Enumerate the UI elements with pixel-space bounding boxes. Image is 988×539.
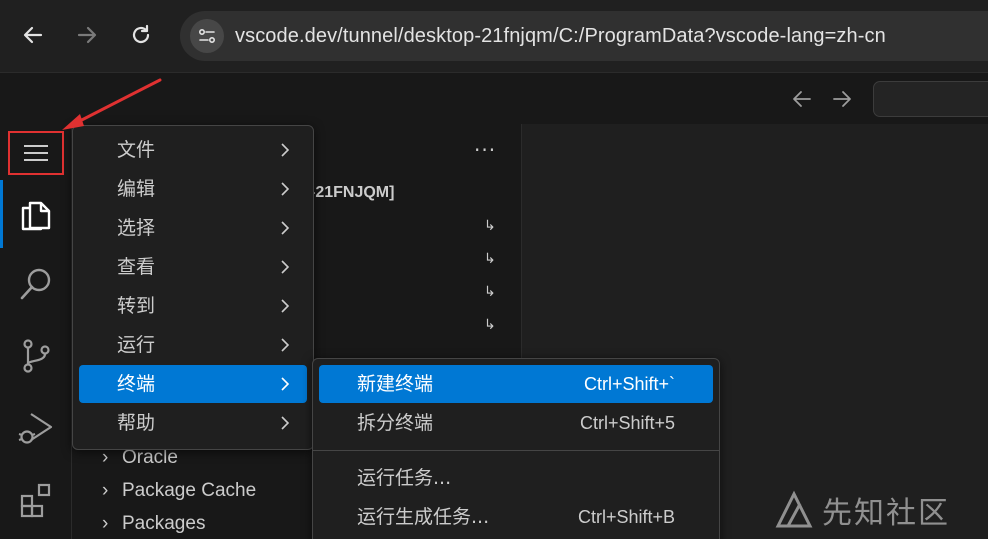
back-arrow-icon	[23, 26, 43, 44]
shortcut-label: Ctrl+Shift+5	[579, 413, 675, 433]
menu-item-new-terminal[interactable]: 新建终端 Ctrl+Shift+`	[319, 365, 713, 403]
chevron-right-icon: ›	[102, 513, 109, 534]
menu-item-label: 新建终端	[357, 373, 434, 395]
shortcut-label: Ctrl+Shift+B	[577, 507, 675, 527]
menu-item-label: 查看	[117, 256, 156, 278]
watermark-logo-icon	[775, 490, 813, 528]
menu-item-label: 拆分终端	[357, 412, 434, 434]
tree-item-label: Oracle	[122, 447, 178, 468]
url-text: vscode.dev/tunnel/desktop-21fnjqm/C:/Pro…	[235, 25, 886, 47]
menu-item-help[interactable]: 帮助	[79, 404, 307, 442]
site-info-button[interactable]	[190, 19, 224, 53]
menu-item-label: 终端	[117, 373, 156, 395]
chevron-right-icon	[281, 338, 290, 352]
watermark-text: 先知社区	[822, 496, 950, 531]
application-menu: 文件 编辑 选择 查看 转到 运行 终端 帮助	[72, 125, 314, 450]
menu-item-run-task[interactable]: 运行任务...	[319, 459, 713, 497]
run-debug-button[interactable]	[14, 406, 58, 450]
tree-item-package-cache[interactable]: › Package Cache	[102, 480, 256, 502]
chevron-right-icon: ›	[102, 447, 109, 468]
watermark: 先知社区	[774, 488, 950, 532]
explorer-icon	[21, 201, 51, 231]
application-menu-button[interactable]	[8, 131, 64, 175]
chevron-right-icon	[281, 221, 290, 235]
menu-item-file[interactable]: 文件	[79, 131, 307, 169]
terminal-submenu: 新建终端 Ctrl+Shift+` 拆分终端 Ctrl+Shift+5 运行任务…	[312, 358, 720, 539]
active-indicator	[0, 180, 3, 248]
menu-item-run-build-task[interactable]: 运行生成任务... Ctrl+Shift+B	[319, 498, 713, 536]
menu-item-label: 运行生成任务...	[357, 506, 490, 528]
source-control-icon	[23, 339, 50, 373]
more-actions-button[interactable]: ···	[474, 138, 496, 162]
extensions-button[interactable]	[14, 478, 58, 522]
tree-item-packages[interactable]: › Packages	[102, 513, 205, 535]
forward-button[interactable]	[67, 15, 107, 55]
folder-title[interactable]: -21FNJQM]	[310, 184, 394, 202]
menu-item-label: 编辑	[117, 178, 156, 200]
chevron-right-icon	[281, 143, 290, 157]
tree-item-oracle[interactable]: › Oracle	[102, 447, 178, 469]
menu-item-label: 运行任务...	[357, 467, 452, 489]
chevron-right-icon	[281, 260, 290, 274]
pinned-indicator: ↳	[484, 284, 496, 300]
tree-item-label: Package Cache	[122, 480, 257, 501]
menu-item-label: 选择	[117, 217, 156, 239]
pinned-indicator: ↳	[484, 317, 496, 333]
chevron-right-icon	[281, 416, 290, 430]
reload-button[interactable]	[121, 15, 161, 55]
annotation-arrow	[62, 78, 162, 130]
command-center[interactable]	[873, 81, 988, 117]
reload-icon	[132, 24, 150, 44]
extensions-icon	[20, 483, 51, 518]
run-debug-icon	[18, 413, 53, 444]
menu-item-label: 转到	[117, 295, 156, 317]
shortcut-label: Ctrl+Shift+`	[583, 374, 675, 394]
hamburger-menu-icon	[24, 145, 48, 161]
menu-item-split-terminal[interactable]: 拆分终端 Ctrl+Shift+5	[319, 404, 713, 442]
chevron-right-icon	[281, 377, 290, 391]
forward-arrow-icon	[77, 26, 97, 44]
forward-arrow-icon[interactable]	[830, 87, 854, 111]
back-button[interactable]	[13, 15, 53, 55]
menu-item-selection[interactable]: 选择	[79, 209, 307, 247]
search-icon	[20, 268, 51, 300]
pinned-indicator: ↳	[484, 251, 496, 267]
menu-item-run[interactable]: 运行	[79, 326, 307, 364]
back-arrow-icon[interactable]	[790, 87, 814, 111]
browser-toolbar: vscode.dev/tunnel/desktop-21fnjqm/C:/Pro…	[0, 0, 988, 72]
menu-item-terminal[interactable]: 终端	[79, 365, 307, 403]
explorer-button[interactable]	[14, 192, 58, 236]
menu-separator	[313, 450, 719, 451]
chevron-right-icon	[281, 182, 290, 196]
source-control-button[interactable]	[14, 334, 58, 378]
menu-item-view[interactable]: 查看	[79, 248, 307, 286]
tree-item-label: Packages	[122, 513, 206, 534]
menu-item-label: 文件	[117, 139, 156, 161]
site-info-icon	[198, 28, 216, 44]
search-button[interactable]	[14, 262, 58, 306]
menu-item-label: 运行	[117, 334, 156, 356]
activity-bar	[0, 124, 72, 539]
pinned-indicator: ↳	[484, 218, 496, 234]
menu-item-go[interactable]: 转到	[79, 287, 307, 325]
menu-item-label: 帮助	[117, 412, 156, 434]
address-bar[interactable]: vscode.dev/tunnel/desktop-21fnjqm/C:/Pro…	[180, 11, 988, 61]
chevron-right-icon: ›	[102, 480, 109, 501]
menu-item-edit[interactable]: 编辑	[79, 170, 307, 208]
chevron-right-icon	[281, 299, 290, 313]
